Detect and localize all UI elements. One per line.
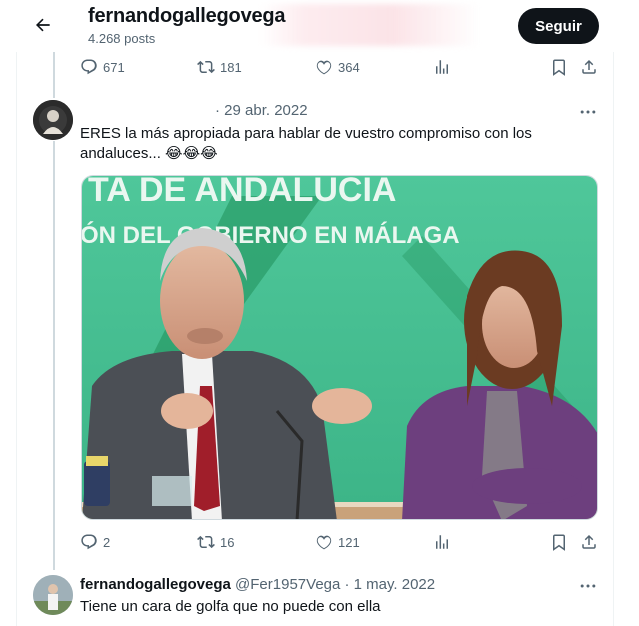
sign-text-line1: TA DE ANDALUCIA bbox=[88, 176, 397, 209]
tweet-actions: 671 181 364 bbox=[80, 58, 600, 80]
reply-icon bbox=[81, 534, 97, 550]
like-count: 121 bbox=[338, 534, 360, 550]
reply-button[interactable]: 2 bbox=[80, 533, 110, 551]
bookmark-button[interactable] bbox=[550, 58, 568, 76]
avatar-image bbox=[33, 100, 73, 140]
avatar[interactable] bbox=[33, 575, 73, 615]
reply-button[interactable]: 671 bbox=[80, 58, 125, 76]
views-button[interactable] bbox=[433, 533, 451, 551]
heart-icon bbox=[316, 60, 332, 75]
retweet-button[interactable]: 16 bbox=[197, 533, 234, 551]
share-icon bbox=[582, 534, 596, 549]
thread-line bbox=[53, 141, 55, 570]
photo-illustration: TA DE ANDALUCIA ÓN DEL GOBIERNO EN MÁLAG… bbox=[82, 176, 597, 519]
more-icon bbox=[580, 584, 596, 588]
sign-text-line2: ÓN DEL GOBIERNO EN MÁLAGA bbox=[82, 221, 460, 249]
author-name[interactable]: fernandogallegovega bbox=[80, 576, 231, 593]
bookmark-icon bbox=[553, 59, 565, 76]
bookmark-button[interactable] bbox=[550, 533, 568, 551]
more-icon bbox=[580, 110, 596, 114]
reply-icon bbox=[81, 59, 97, 75]
post-count: 4.268 posts bbox=[88, 31, 156, 46]
profile-name: fernandogallegovega bbox=[88, 5, 286, 27]
like-button[interactable]: 364 bbox=[315, 58, 360, 76]
blurred-banner bbox=[260, 4, 480, 46]
more-button[interactable] bbox=[578, 576, 598, 601]
share-button[interactable] bbox=[580, 533, 598, 551]
views-icon bbox=[436, 60, 448, 74]
reply-count: 2 bbox=[103, 534, 111, 550]
tweet-actions: 2 16 121 bbox=[80, 533, 600, 555]
retweet-count: 16 bbox=[220, 534, 235, 550]
follow-button[interactable]: Seguir bbox=[518, 8, 599, 44]
author-handle-date[interactable]: @Fer1957Vega · 1 may. 2022 bbox=[235, 576, 435, 593]
tweet-date[interactable]: · 29 abr. 2022 bbox=[215, 102, 308, 119]
tweet-text: ERES la más apropiada para hablar de vue… bbox=[80, 125, 532, 162]
bookmark-icon bbox=[553, 534, 565, 551]
retweet-count: 181 bbox=[220, 59, 242, 75]
retweet-icon bbox=[197, 60, 215, 74]
avatar-image bbox=[33, 575, 73, 615]
reply-count: 671 bbox=[103, 59, 125, 75]
views-icon bbox=[436, 535, 448, 549]
heart-icon bbox=[316, 535, 332, 550]
like-count: 364 bbox=[338, 59, 360, 75]
retweet-icon bbox=[197, 535, 215, 549]
arrow-left-icon bbox=[36, 18, 50, 32]
thread-line bbox=[53, 52, 55, 98]
like-button[interactable]: 121 bbox=[315, 533, 360, 551]
profile-header: fernandogallegovega 4.268 posts Seguir bbox=[0, 0, 639, 52]
tweet-image[interactable]: TA DE ANDALUCIA ÓN DEL GOBIERNO EN MÁLAG… bbox=[81, 175, 598, 520]
tweet-text: Tiene un cara de golfa que no puede con … bbox=[80, 598, 381, 615]
share-icon bbox=[582, 59, 596, 74]
share-button[interactable] bbox=[580, 58, 598, 76]
tweet-header: fernandogallegovega @Fer1957Vega · 1 may… bbox=[80, 576, 435, 593]
views-button[interactable] bbox=[433, 58, 451, 76]
back-button[interactable] bbox=[30, 12, 56, 38]
retweet-button[interactable]: 181 bbox=[197, 58, 242, 76]
more-button[interactable] bbox=[578, 102, 598, 127]
avatar[interactable] bbox=[33, 100, 73, 140]
